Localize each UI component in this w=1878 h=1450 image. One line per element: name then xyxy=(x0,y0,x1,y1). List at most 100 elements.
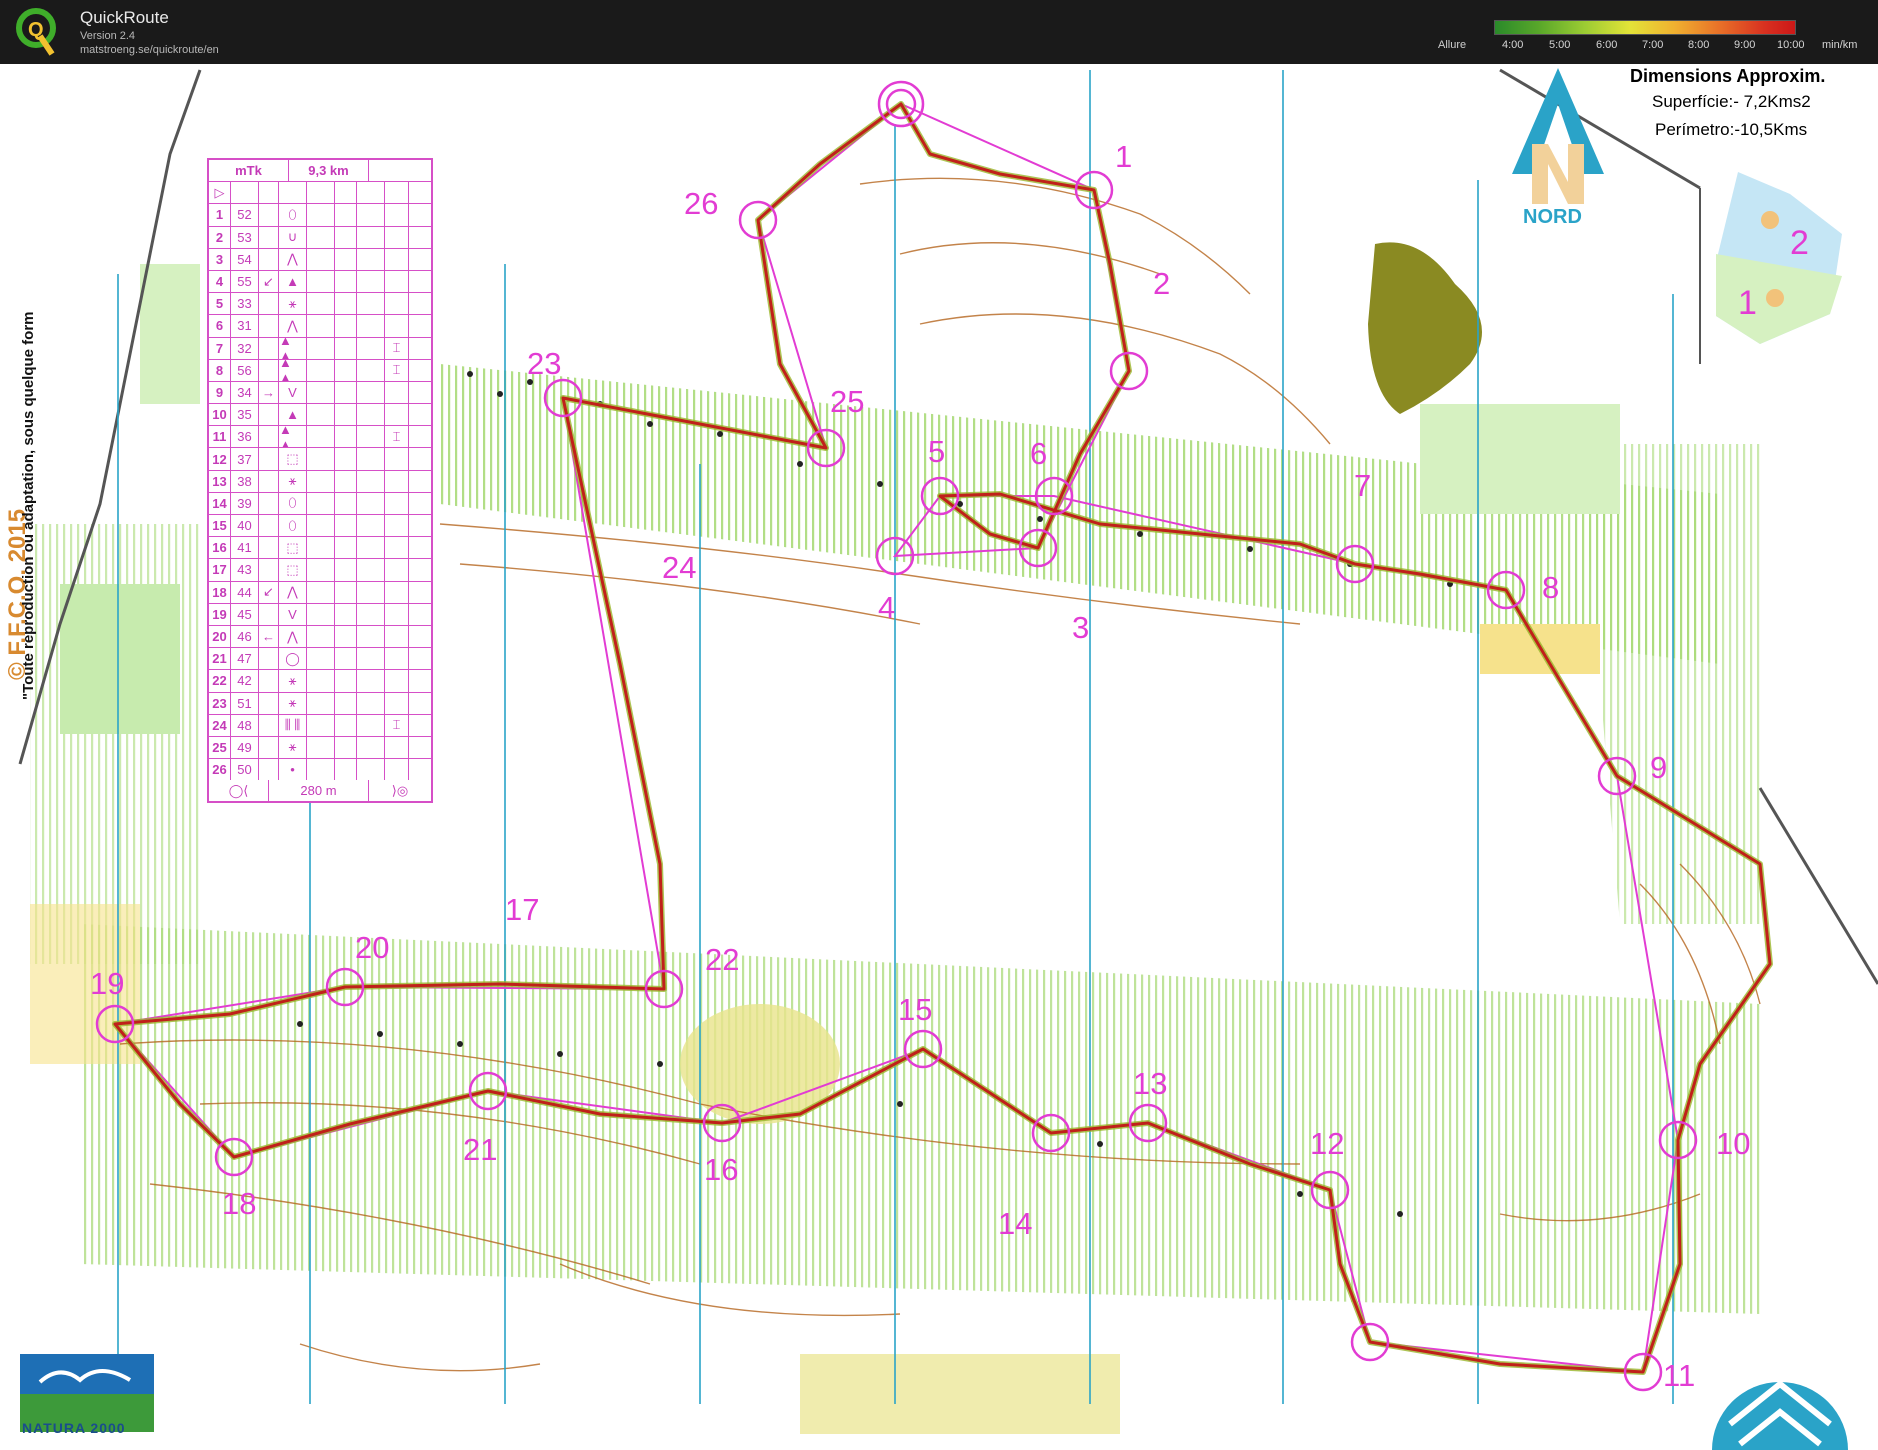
control-empty xyxy=(409,648,429,669)
control-label-21: 21 xyxy=(463,1132,497,1167)
control-feature: ⚹ xyxy=(279,470,307,492)
control-extra xyxy=(385,204,409,226)
description-row: 8 56 ▲ ▲ ⌶ xyxy=(209,359,431,382)
control-direction: ↙ xyxy=(259,270,279,293)
control-code: 52 xyxy=(231,204,259,226)
control-empty xyxy=(307,270,335,293)
finish-distance: 280 m xyxy=(269,780,369,802)
control-empty xyxy=(335,581,357,603)
app-name: QuickRoute xyxy=(80,8,169,27)
control-extra xyxy=(385,404,409,426)
control-empty xyxy=(335,537,357,559)
control-direction xyxy=(259,337,279,359)
control-code: 39 xyxy=(231,492,259,514)
description-header: mTk 9,3 km xyxy=(209,160,431,183)
control-empty xyxy=(357,448,385,470)
control-code: 47 xyxy=(231,648,259,670)
control-label-20: 20 xyxy=(355,930,389,965)
control-direction xyxy=(259,293,279,315)
control-empty xyxy=(307,226,335,248)
control-empty xyxy=(409,626,429,647)
control-code: 34 xyxy=(231,381,259,404)
control-number: 5 xyxy=(209,293,231,315)
description-row: 21 47 ◯ xyxy=(209,648,431,671)
control-feature: ∪ xyxy=(279,226,307,248)
description-row: 26 50 • xyxy=(209,759,431,781)
start-row: ▷ xyxy=(209,182,431,205)
description-row: 2 53 ∪ xyxy=(209,226,431,249)
control-direction xyxy=(259,559,279,581)
control-description-sheet: mTk 9,3 km ▷ 1 52 ⬯ 2 53 ∪ 3 54 ⋀ 4 55 ↙ ▲ 5 33 ⚹ 6 31 ⋀ 7 3… xyxy=(207,158,433,804)
control-label-22: 22 xyxy=(705,942,739,977)
control-direction xyxy=(259,537,279,559)
control-code: 50 xyxy=(231,759,259,781)
control-extra: ⌶ xyxy=(385,426,409,448)
control-extra xyxy=(385,448,409,470)
description-row: 25 49 ⚹ xyxy=(209,736,431,760)
control-code: 46 xyxy=(231,625,259,648)
description-row: 23 51 ⚹ xyxy=(209,692,431,715)
control-empty xyxy=(409,715,429,736)
control-empty xyxy=(357,581,385,603)
course-name: mTk xyxy=(209,160,289,182)
control-number: 16 xyxy=(209,537,231,559)
natura-logo-text: NATURA 2000 xyxy=(22,1420,126,1436)
control-label-6: 6 xyxy=(1030,436,1047,471)
control-empty xyxy=(307,537,335,559)
control-feature: ⚹ xyxy=(279,736,307,759)
control-extra xyxy=(385,270,409,293)
control-empty xyxy=(307,692,335,714)
control-empty xyxy=(307,426,335,448)
control-empty xyxy=(307,515,335,537)
control-empty xyxy=(357,648,385,670)
control-number: 13 xyxy=(209,470,231,492)
control-code: 49 xyxy=(231,736,259,759)
control-empty xyxy=(307,470,335,492)
control-empty xyxy=(357,204,385,226)
control-empty xyxy=(357,759,385,781)
description-row: 18 44 ↙ ⋀ xyxy=(209,581,431,604)
control-empty xyxy=(357,603,385,625)
control-empty xyxy=(357,515,385,537)
control-feature: ⬯ xyxy=(279,204,307,226)
description-row: 15 40 ⬯ xyxy=(209,515,431,538)
control-empty xyxy=(335,648,357,670)
control-empty xyxy=(409,426,429,447)
control-extra xyxy=(385,648,409,670)
control-empty xyxy=(307,736,335,759)
control-direction xyxy=(259,736,279,759)
control-empty xyxy=(409,582,429,603)
control-feature: ⬚ xyxy=(279,448,307,470)
control-label-8: 8 xyxy=(1542,570,1559,605)
app-titlebar: Q QuickRoute Version 2.4 matstroeng.se/q… xyxy=(0,0,1878,64)
control-label-11: 11 xyxy=(1663,1358,1695,1393)
control-empty xyxy=(307,559,335,581)
pace-tick: 7:00 xyxy=(1642,39,1664,51)
control-label-5: 5 xyxy=(928,434,945,469)
control-code: 42 xyxy=(231,670,259,692)
control-empty xyxy=(357,559,385,581)
control-empty xyxy=(307,381,335,404)
control-empty xyxy=(307,714,335,736)
control-empty xyxy=(335,515,357,537)
control-code: 51 xyxy=(231,692,259,714)
description-row: 1 52 ⬯ xyxy=(209,204,431,227)
pace-unit: min/km xyxy=(1822,39,1858,51)
control-empty xyxy=(307,359,335,381)
control-empty xyxy=(335,736,357,759)
control-empty xyxy=(409,559,429,580)
app-url[interactable]: matstroeng.se/quickroute/en xyxy=(80,44,219,56)
control-direction xyxy=(259,426,279,448)
control-empty xyxy=(307,315,335,337)
dimensions-perimeter: Perímetro:-10,5Kms xyxy=(1655,120,1808,139)
control-empty xyxy=(335,470,357,492)
control-empty xyxy=(335,448,357,470)
description-row: 9 34 → V xyxy=(209,381,431,405)
pace-tick: 4:00 xyxy=(1502,39,1524,51)
control-number: 23 xyxy=(209,692,231,714)
control-number: 2 xyxy=(209,226,231,248)
control-empty xyxy=(409,471,429,492)
control-direction xyxy=(259,515,279,537)
control-feature: ▲ ▲ xyxy=(279,337,307,359)
control-label-2: 2 xyxy=(1153,266,1170,301)
